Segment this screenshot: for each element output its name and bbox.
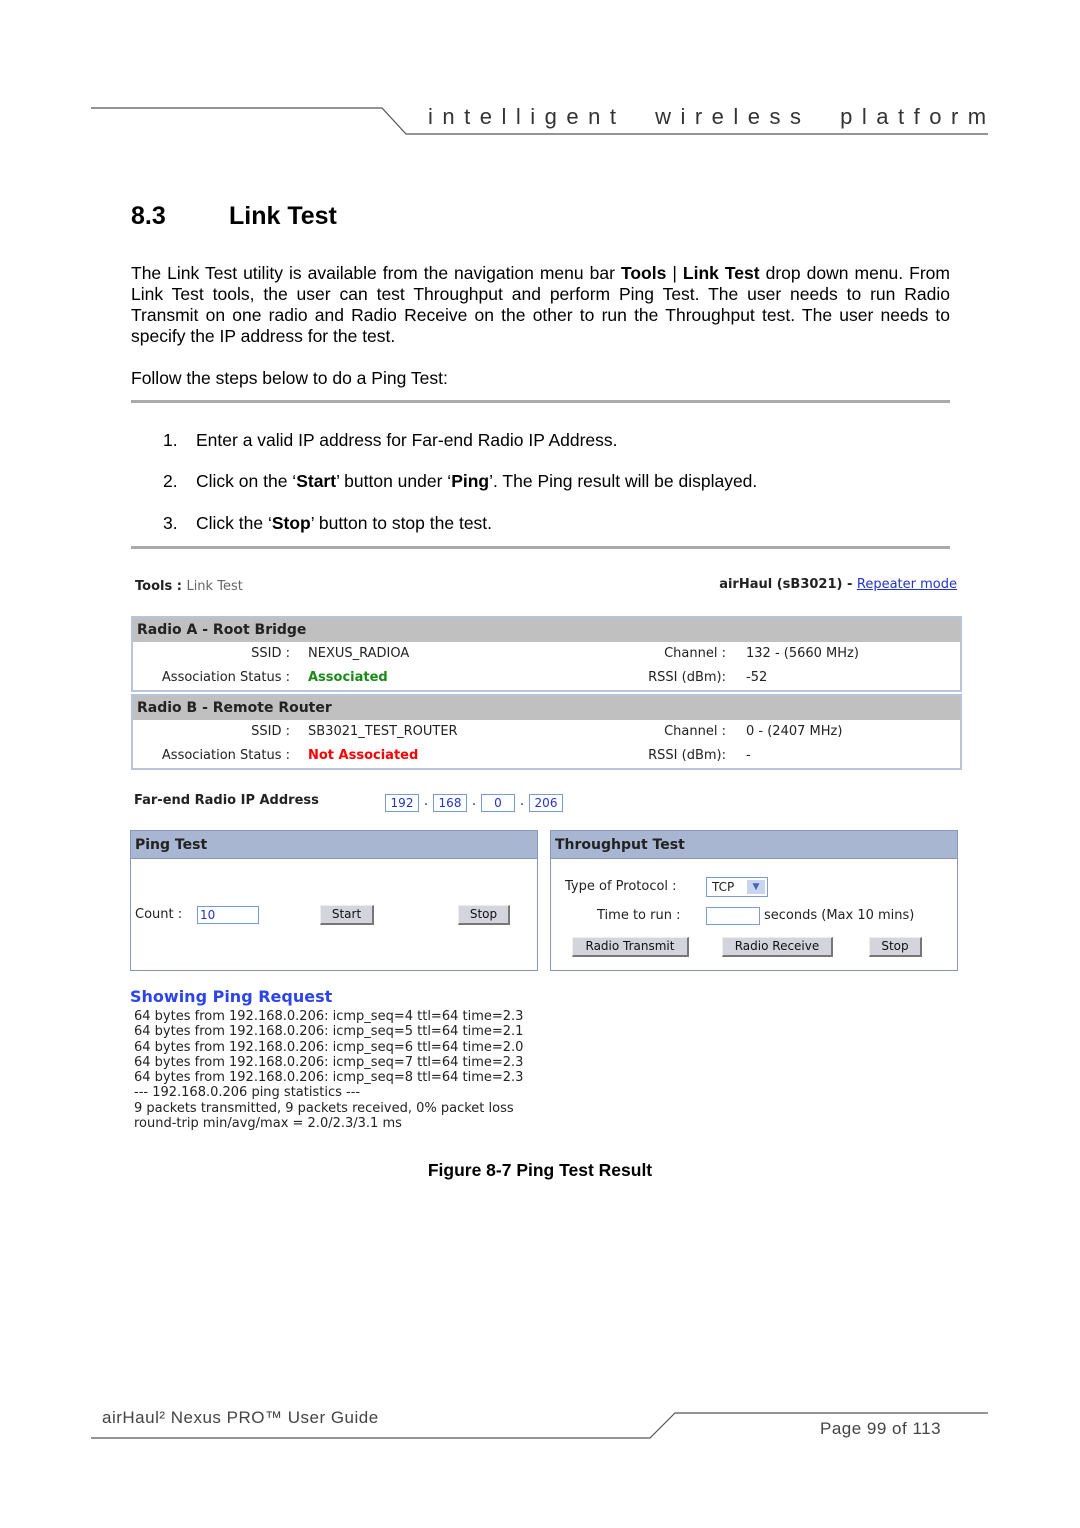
step-2: 2. Click on the ‘Start’ button under ‘Pin… — [163, 471, 758, 491]
result-line: 64 bytes from 192.168.0.206: icmp_seq=7 … — [134, 1054, 524, 1070]
rssi-value: - — [746, 748, 751, 763]
throughput-test-title: Throughput Test — [551, 831, 957, 859]
result-line: --- 192.168.0.206 ping statistics --- — [134, 1085, 361, 1101]
rssi-value: -52 — [746, 670, 768, 685]
result-line: 64 bytes from 192.168.0.206: icmp_seq=5 … — [134, 1024, 524, 1040]
ip-octet-4[interactable]: 206 — [529, 794, 563, 812]
result-line: round-trip min/avg/max = 2.0/2.3/3.1 ms — [134, 1116, 402, 1132]
rssi-label: RSSI (dBm): — [648, 670, 726, 685]
assoc-status: Associated — [308, 670, 388, 685]
divider — [131, 400, 950, 403]
count-label: Count : — [135, 907, 183, 922]
figure-caption: Figure 8-7 Ping Test Result — [427, 1160, 653, 1180]
step-1: 1. Enter a valid IP address for Far-end R… — [163, 430, 618, 450]
ssid-value: NEXUS_RADIOA — [308, 646, 410, 661]
ping-start-button[interactable]: Start — [320, 905, 374, 925]
result-line: 64 bytes from 192.168.0.206: icmp_seq=8 … — [134, 1070, 524, 1086]
divider — [131, 546, 950, 549]
throughput-test-panel: Throughput Test Type of Protocol : TCP ▼ … — [550, 830, 958, 971]
ping-test-panel: Ping Test Count : 10 Start Stop — [130, 830, 538, 971]
radio-a-title: Radio A - Root Bridge — [133, 618, 960, 642]
throughput-stop-button[interactable]: Stop — [869, 937, 922, 957]
section-heading: 8.3 Link Test — [131, 202, 337, 230]
assoc-label: Association Status : — [161, 748, 290, 763]
ip-octet-2[interactable]: 168 — [433, 794, 467, 812]
ping-result-output: 64 bytes from 192.168.0.206: icmp_seq=4 … — [134, 1009, 534, 1131]
count-input[interactable]: 10 — [197, 906, 259, 924]
ip-octet-1[interactable]: 192 — [385, 794, 419, 812]
footer-guide: airHaul² Nexus PRO™ User Guide — [102, 1408, 379, 1427]
result-line: 64 bytes from 192.168.0.206: icmp_seq=6 … — [134, 1039, 524, 1055]
ping-stop-button[interactable]: Stop — [458, 905, 510, 925]
radio-b-title: Radio B - Remote Router — [133, 696, 960, 720]
device-info: airHaul (sB3021) - Repeater mode — [719, 577, 957, 592]
seconds-label: seconds (Max 10 mins) — [764, 908, 915, 923]
header-tagline: intelligent wireless platform — [428, 104, 996, 129]
footer-page-number: Page 99 of 113 — [820, 1419, 942, 1438]
ssid-value: SB3021_TEST_ROUTER — [308, 724, 458, 739]
radio-transmit-button[interactable]: Radio Transmit — [572, 937, 689, 957]
ip-label: Far-end Radio IP Address — [134, 793, 319, 808]
channel-label: Channel : — [664, 724, 726, 739]
time-label: Time to run : — [597, 908, 681, 923]
chevron-down-icon[interactable]: ▼ — [747, 880, 765, 894]
radio-receive-button[interactable]: Radio Receive — [722, 937, 833, 957]
ip-octet-3[interactable]: 0 — [481, 794, 515, 812]
protocol-select[interactable]: TCP ▼ — [706, 877, 768, 897]
repeater-mode-link[interactable]: Repeater mode — [857, 577, 957, 592]
assoc-status: Not Associated — [308, 748, 419, 763]
result-title: Showing Ping Request — [130, 987, 333, 1006]
protocol-label: Type of Protocol : — [565, 879, 677, 894]
result-line: 64 bytes from 192.168.0.206: icmp_seq=4 … — [134, 1009, 524, 1024]
result-line: 9 packets transmitted, 9 packets receive… — [134, 1100, 514, 1116]
ping-test-title: Ping Test — [131, 831, 537, 859]
channel-label: Channel : — [664, 646, 726, 661]
assoc-label: Association Status : — [161, 670, 290, 685]
step-3: 3. Click the ‘Stop’ button to stop the te… — [163, 513, 493, 533]
breadcrumb: Tools : Link Test — [135, 579, 243, 594]
intro-paragraph: The Link Test utility is available from … — [131, 263, 950, 346]
radio-b-panel: Radio B - Remote Router SSID : SB3021_TES… — [131, 694, 962, 770]
channel-value: 132 - (5660 MHz) — [746, 646, 859, 661]
ssid-label: SSID : — [251, 646, 290, 661]
channel-value: 0 - (2407 MHz) — [746, 724, 843, 739]
time-input[interactable] — [706, 907, 760, 925]
ssid-label: SSID : — [251, 724, 290, 739]
radio-a-panel: Radio A - Root Bridge SSID : NEXUS_RADIOA… — [131, 616, 962, 692]
rssi-label: RSSI (dBm): — [648, 748, 726, 763]
steps-intro: Follow the steps below to do a Ping Test… — [131, 368, 448, 388]
